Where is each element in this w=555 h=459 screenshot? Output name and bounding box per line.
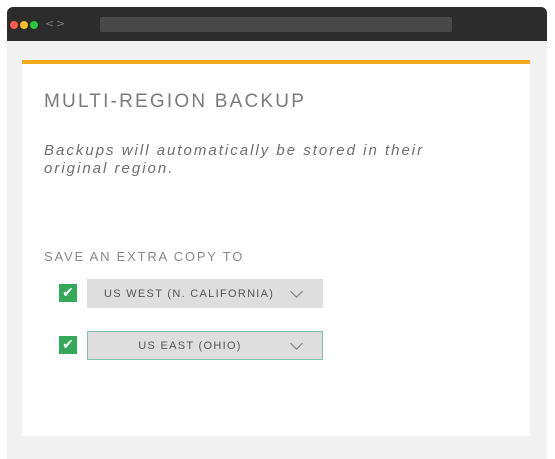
checkmark-icon: ✔ xyxy=(62,337,74,353)
maximize-button[interactable] xyxy=(30,21,38,29)
close-button[interactable] xyxy=(10,21,18,29)
region-select-us-east[interactable]: US EAST (OHIO) xyxy=(87,331,323,360)
address-bar[interactable] xyxy=(100,17,452,32)
region-checkbox-us-west[interactable]: ✔ xyxy=(59,284,77,302)
backup-description: Backups will automatically be stored in … xyxy=(44,142,425,177)
chevron-down-icon xyxy=(290,337,303,350)
back-arrow-icon[interactable]: < xyxy=(45,17,54,31)
region-select-value: US EAST (OHIO) xyxy=(138,339,242,352)
backup-settings-card: MULTI-REGION BACKUP Backups will automat… xyxy=(22,60,530,436)
region-select-value: US WEST (N. CALIFORNIA) xyxy=(104,287,275,300)
page-title: MULTI-REGION BACKUP xyxy=(44,91,307,112)
checkmark-icon: ✔ xyxy=(62,285,74,301)
extra-copy-label: SAVE AN EXTRA COPY TO xyxy=(44,249,245,264)
browser-window: < > MULTI-REGION BACKUP Backups will aut… xyxy=(7,7,547,459)
chevron-down-icon xyxy=(290,285,303,298)
region-checkbox-us-east[interactable]: ✔ xyxy=(59,336,77,354)
minimize-button[interactable] xyxy=(20,21,28,29)
title-bar: < > xyxy=(7,7,547,41)
forward-arrow-icon[interactable]: > xyxy=(56,17,65,31)
region-select-us-west[interactable]: US WEST (N. CALIFORNIA) xyxy=(87,279,323,308)
